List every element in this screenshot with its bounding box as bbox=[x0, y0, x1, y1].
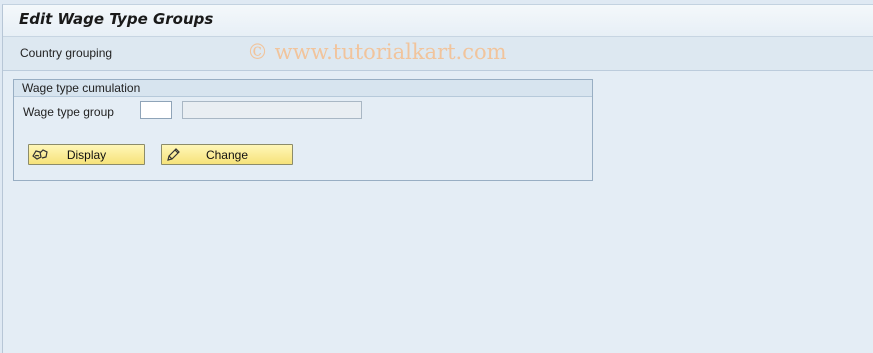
wage-type-group-label: Wage type group bbox=[23, 105, 114, 119]
display-button[interactable]: Display bbox=[28, 144, 145, 165]
group-header: Wage type cumulation bbox=[14, 80, 592, 97]
country-grouping-button[interactable]: Country grouping bbox=[20, 46, 112, 60]
group-title: Wage type cumulation bbox=[22, 81, 141, 95]
wage-type-group-description bbox=[182, 101, 362, 119]
wage-type-group-input[interactable] bbox=[140, 101, 172, 119]
display-button-label: Display bbox=[66, 148, 107, 162]
change-button[interactable]: Change bbox=[161, 144, 293, 165]
change-button-label: Change bbox=[205, 148, 249, 162]
page-title: Edit Wage Type Groups bbox=[19, 10, 214, 28]
screen-frame: Edit Wage Type Groups Country grouping ©… bbox=[2, 4, 873, 353]
title-bar: Edit Wage Type Groups bbox=[3, 5, 873, 37]
wage-type-cumulation-group: Wage type cumulation Wage type group Dis… bbox=[13, 79, 593, 181]
watermark: © www.tutorialkart.com bbox=[247, 40, 507, 64]
application-toolbar: Country grouping © www.tutorialkart.com bbox=[3, 37, 873, 71]
